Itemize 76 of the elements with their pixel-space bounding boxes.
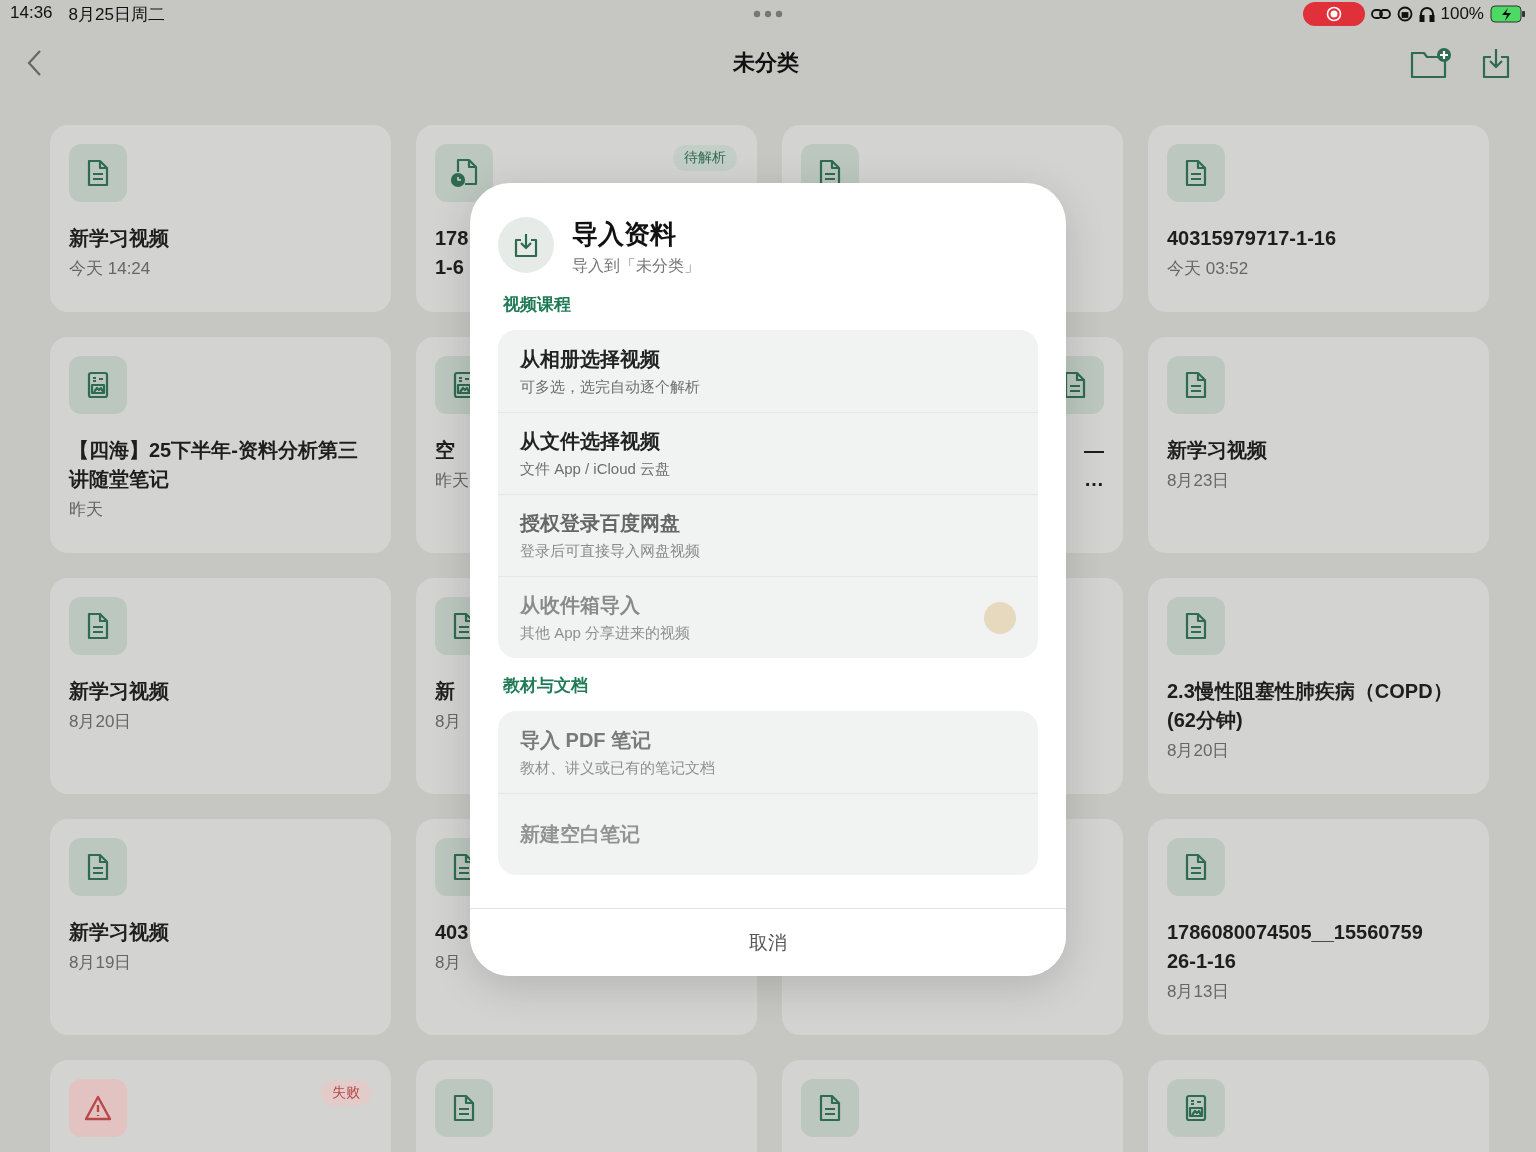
note-title: 新	[435, 679, 455, 704]
document-icon	[1063, 371, 1087, 399]
note-title: 40315979717-1-16	[1167, 226, 1337, 251]
note-title: 178	[435, 226, 469, 251]
note-title: 新学习视频	[69, 226, 169, 251]
note-card[interactable]: 1786080074505__15560759 26-1-16 8月13日	[1148, 819, 1489, 1035]
note-title: 新学习视频	[1167, 438, 1267, 463]
document-icon	[1184, 612, 1208, 640]
headphones-icon	[1418, 6, 1435, 22]
note-date: 8月	[435, 711, 462, 733]
link-icon	[1370, 7, 1391, 21]
board-document-icon	[1184, 1094, 1208, 1122]
note-title: 1786080074505__15560759	[1167, 920, 1423, 945]
note-card[interactable]: 失败	[50, 1060, 391, 1152]
page-title: 未分类	[732, 49, 800, 77]
note-card[interactable]: 2.3慢性阻塞性肺疾病（COPD） (62分钟) 8月20日	[1148, 578, 1489, 794]
note-title: 403	[435, 920, 469, 945]
note-title: …	[1084, 467, 1104, 492]
note-date: 8月13日	[1167, 981, 1230, 1003]
note-title: 【四海】25下半年-资料分析第三	[69, 438, 358, 463]
note-date: 昨天	[435, 470, 469, 492]
import-option[interactable]: 从文件选择视频 文件 App / iCloud 云盘	[498, 412, 1038, 494]
dialog-subtitle: 导入到「未分类」	[572, 256, 700, 276]
note-title: 1-6	[435, 255, 465, 280]
status-badge: 待解析	[673, 145, 737, 171]
document-icon	[1184, 853, 1208, 881]
note-title: (62分钟)	[1167, 708, 1244, 733]
note-date: 8月19日	[69, 952, 132, 974]
import-icon	[498, 217, 554, 273]
section-label: 视频课程	[503, 294, 572, 316]
battery-percentage: 100%	[1440, 4, 1484, 24]
note-date: 昨天	[69, 499, 103, 521]
note-title: 新学习视频	[69, 679, 169, 704]
note-date: 8月20日	[69, 711, 132, 733]
note-title: —	[1084, 438, 1104, 463]
note-date: 8月	[435, 952, 462, 974]
note-title: 26-1-16	[1167, 949, 1237, 974]
import-button[interactable]	[1482, 47, 1510, 79]
warning-icon	[84, 1095, 112, 1121]
note-card[interactable]: 新学习视频 今天 14:24	[50, 125, 391, 312]
note-date: 今天 03:52	[1167, 258, 1249, 280]
note-date: 8月20日	[1167, 740, 1230, 762]
note-title: 2.3慢性阻塞性肺疾病（COPD）	[1167, 679, 1453, 704]
back-button[interactable]	[26, 49, 42, 77]
note-card[interactable]: 新学习视频 8月19日	[50, 819, 391, 1035]
import-option[interactable]: 从相册选择视频 可多选，选完自动逐个解析	[498, 330, 1038, 412]
note-title: 空	[435, 438, 455, 463]
note-title: 新学习视频	[69, 920, 169, 945]
audio-document-icon	[450, 158, 478, 188]
document-icon	[452, 1094, 476, 1122]
new-folder-button[interactable]	[1410, 47, 1452, 79]
note-card[interactable]: 新学习视频 8月20日	[50, 578, 391, 794]
note-card[interactable]: 【四海】25下半年-资料分析第三 讲随堂笔记 昨天	[50, 337, 391, 553]
document-icon	[1184, 371, 1208, 399]
status-date: 8月25日周二	[68, 3, 165, 26]
document-icon	[1184, 159, 1208, 187]
note-card[interactable]: 40315979717-1-16 今天 03:52	[1148, 125, 1489, 312]
note-date: 今天 14:24	[69, 258, 151, 280]
document-icon	[818, 1094, 842, 1122]
import-option[interactable]: 导入 PDF 笔记 教材、讲义或已有的笔记文档	[498, 711, 1038, 793]
status-badge: 失败	[321, 1080, 371, 1106]
rotation-lock-icon	[1396, 6, 1413, 22]
status-time: 14:36	[10, 2, 53, 24]
import-option[interactable]: 授权登录百度网盘 登录后可直接导入网盘视频	[498, 494, 1038, 576]
note-date: 8月23日	[1167, 470, 1230, 492]
section-label: 教材与文档	[503, 675, 589, 697]
document-icon	[86, 612, 110, 640]
board-document-icon	[86, 371, 110, 399]
document-icon	[86, 159, 110, 187]
cancel-button[interactable]: 取消	[470, 908, 1066, 976]
battery-charging-icon	[1490, 5, 1526, 23]
document-icon	[86, 853, 110, 881]
more-dots-icon	[753, 10, 783, 18]
note-title: 讲随堂笔记	[69, 467, 170, 492]
note-card[interactable]: 新学习视频 8月23日	[1148, 337, 1489, 553]
dialog-title: 导入资料	[572, 218, 677, 251]
